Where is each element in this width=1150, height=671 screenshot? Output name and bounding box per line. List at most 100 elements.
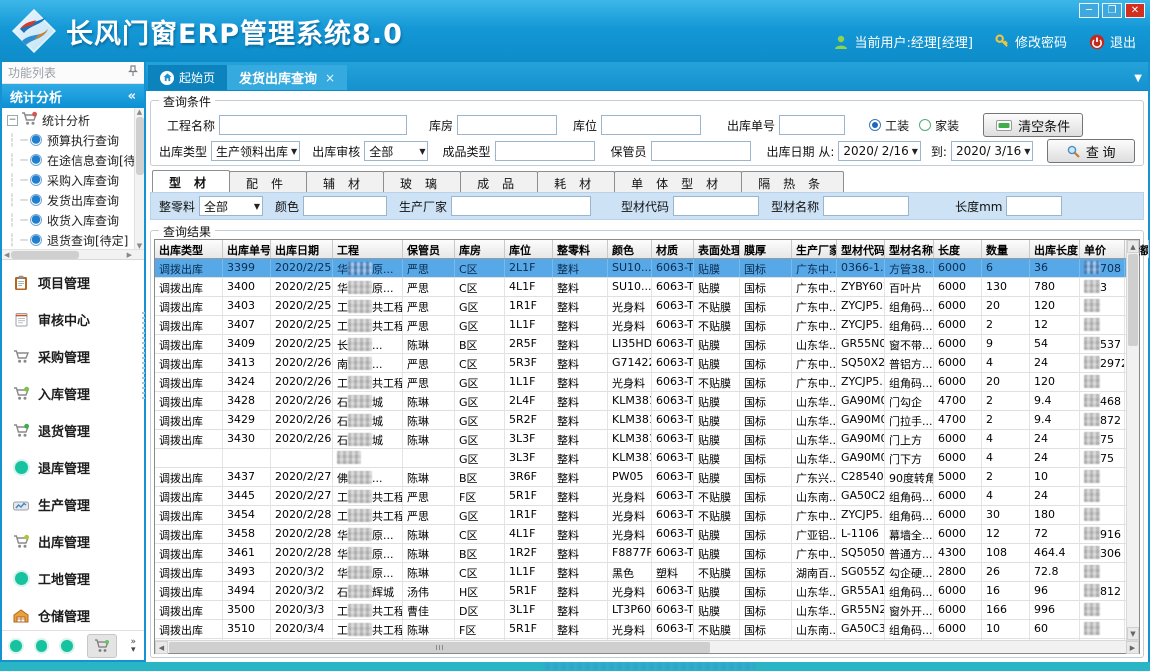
warehouse-input[interactable] (457, 115, 557, 135)
column-header-颜色[interactable]: 颜色 (608, 240, 652, 258)
radio-home[interactable]: 家装 (919, 117, 959, 134)
table-row[interactable]: 调拨出库34542020/2/28工共工程严思G区1R1F整料光身料6063-T… (155, 506, 1126, 525)
minimize-button[interactable]: ─ (1079, 3, 1099, 18)
tab-overflow-icon[interactable]: ▼ (1134, 73, 1142, 84)
logout-button[interactable]: 退出 (1089, 32, 1136, 51)
product-type-input[interactable] (495, 141, 595, 161)
column-header-型材名称[interactable]: 型材名称 (885, 240, 934, 258)
column-header-材质[interactable]: 材质 (652, 240, 694, 258)
column-header-整零料[interactable]: 整零料 (553, 240, 608, 258)
column-header-生产厂家[interactable]: 生产厂家 (792, 240, 837, 258)
grid-vertical-scrollbar[interactable]: ▲▼ (1126, 240, 1139, 640)
profile-name-input[interactable] (823, 196, 909, 216)
table-row[interactable]: 调拨出库34942020/3/2石辉城汤伟H区5R1F整料光身料6063-T5贴… (155, 582, 1126, 601)
column-header-型材代码[interactable]: 型材代码 (837, 240, 885, 258)
material-tab-单体型材[interactable]: 单体型材 (614, 171, 742, 192)
length-input[interactable] (1006, 196, 1062, 216)
material-tab-玻璃[interactable]: 玻璃 (383, 171, 461, 192)
change-password-button[interactable]: 修改密码 (995, 32, 1067, 51)
dock-dot-icon[interactable] (36, 640, 48, 652)
table-row[interactable]: 调拨出库34242020/2/26工共工程严思G区1L1F整料光身料6063-T… (155, 373, 1126, 392)
table-row[interactable]: 调拨出库34292020/2/26石城陈琳G区5R2F整料KLM38176063… (155, 411, 1126, 430)
table-row[interactable]: 调拨出库34302020/2/26石城陈琳G区3L3F整料KLM38176063… (155, 430, 1126, 449)
dock-dot-icon[interactable] (61, 640, 73, 652)
column-header-库位[interactable]: 库位 (505, 240, 553, 258)
sidebar-splitter[interactable] (142, 312, 145, 402)
whole-select[interactable]: 全部▼ (199, 196, 263, 216)
sidebar-section-header[interactable]: 统计分析 « (2, 84, 144, 108)
sidebar-item-采购管理[interactable]: 采购管理 (2, 338, 144, 375)
table-row[interactable]: 调拨出库34032020/2/25工共工程严思G区1R1F整料光身料6063-T… (155, 297, 1126, 316)
close-button[interactable]: ✕ (1125, 3, 1145, 18)
sidebar-item-仓储管理[interactable]: 仓储管理 (2, 597, 144, 630)
material-tab-耗材[interactable]: 耗材 (537, 171, 615, 192)
column-header-表面处理[interactable]: 表面处理 (694, 240, 740, 258)
sidebar-item-生产管理[interactable]: 生产管理 (2, 486, 144, 523)
column-header-出库单号[interactable]: 出库单号 (223, 240, 271, 258)
material-tab-隔热条[interactable]: 隔热条 (741, 171, 844, 192)
out-type-select[interactable]: 生产领料出库▼ (211, 141, 300, 161)
dock-dot-icon[interactable] (10, 640, 22, 652)
column-header-出库日期[interactable]: 出库日期 (271, 240, 333, 258)
column-header-工程[interactable]: 工程 (333, 240, 403, 258)
table-row[interactable]: 调拨出库34452020/2/27工共工程严思F区5R1F整料光身料6063-T… (155, 487, 1126, 506)
sidebar-item-退库管理[interactable]: 退库管理 (2, 449, 144, 486)
column-header-单价[interactable]: 单价 (1080, 240, 1125, 258)
audit-select[interactable]: 全部▼ (364, 141, 428, 161)
tree-item[interactable]: ┆─ 退货查询[待定] (6, 230, 144, 250)
tree-horizontal-scrollbar[interactable]: ◀▶ (2, 249, 144, 259)
tab-home[interactable]: 起始页 (148, 65, 227, 90)
maximize-button[interactable]: ❐ (1102, 3, 1122, 18)
project-name-input[interactable] (219, 115, 407, 135)
column-header-膜厚[interactable]: 膜厚 (740, 240, 792, 258)
table-row[interactable]: G区3L3F整料KLM38176063-T5贴膜国标山东华...GA90M09.… (155, 449, 1126, 468)
table-row[interactable]: 调拨出库35102020/3/4工共工程陈琳F区5R1F整料光身料6063-T5… (155, 620, 1126, 639)
table-row[interactable]: 调拨出库33992020/2/25华原...严思C区2L1F整料SU10...6… (155, 259, 1126, 278)
sidebar-item-项目管理[interactable]: 项目管理 (2, 264, 144, 301)
date-to-select[interactable]: 2020/ 3/16▼ (951, 141, 1034, 161)
tree-item[interactable]: ┆─ 采购入库查询 (6, 170, 144, 190)
expander-icon[interactable]: − (7, 115, 18, 126)
clear-conditions-button[interactable]: 清空条件 (983, 113, 1083, 137)
material-tab-辅材[interactable]: 辅材 (306, 171, 384, 192)
material-tab-成品[interactable]: 成品 (460, 171, 538, 192)
table-row[interactable]: 调拨出库34002020/2/25华原...严思C区4L1F整料SU10...6… (155, 278, 1126, 297)
column-header-出库类型[interactable]: 出库类型 (155, 240, 223, 258)
sidebar-item-审核中心[interactable]: 审核中心 (2, 301, 144, 338)
dock-overflow-button[interactable]: »▾ (131, 638, 137, 654)
location-input[interactable] (601, 115, 701, 135)
table-row[interactable]: 调拨出库34612020/2/28华原...陈琳B区1R2F整料F8877FT6… (155, 544, 1126, 563)
table-row[interactable]: 调拨出库34582020/2/28华原...陈琳C区4L1F整料光身料6063-… (155, 525, 1126, 544)
date-from-select[interactable]: 2020/ 2/16▼ (838, 141, 921, 161)
search-button[interactable]: 查 询 (1047, 139, 1135, 163)
table-row[interactable]: 调拨出库34132020/2/26南...严思C区5R3F整料G71422606… (155, 354, 1126, 373)
tree-item[interactable]: ┆─ 收货入库查询 (6, 210, 144, 230)
material-tab-型材[interactable]: 型材 (152, 170, 230, 192)
dock-cart-button[interactable] (87, 634, 116, 658)
profile-code-input[interactable] (673, 196, 759, 216)
sidebar-item-出库管理[interactable]: 出库管理 (2, 523, 144, 560)
tree-item[interactable]: ┆─ 发货出库查询 (6, 190, 144, 210)
tree-item[interactable]: ┆─ 在途信息查询[待 (6, 150, 144, 170)
order-no-input[interactable] (779, 115, 845, 135)
table-row[interactable]: 调拨出库34092020/2/25长...陈琳B区2R5F整料LI35HD606… (155, 335, 1126, 354)
column-header-数量[interactable]: 数量 (982, 240, 1030, 258)
keeper-input[interactable] (651, 141, 751, 161)
color-input[interactable] (303, 196, 387, 216)
column-header-长度[interactable]: 长度 (934, 240, 982, 258)
collapse-icon[interactable]: « (128, 89, 136, 104)
tab-close-icon[interactable]: × (325, 71, 335, 85)
sidebar-item-入库管理[interactable]: 入库管理 (2, 375, 144, 412)
radio-industrial[interactable]: 工装 (869, 117, 909, 134)
tree-root[interactable]: − 统计分析 (6, 110, 144, 130)
table-row[interactable]: 调拨出库34072020/2/25工共工程严思G区1L1F整料光身料6063-T… (155, 316, 1126, 335)
table-row[interactable]: 调拨出库34282020/2/26石城陈琳G区2L4F整料KLM38176063… (155, 392, 1126, 411)
tree-vertical-scrollbar[interactable]: ▲▼ (134, 108, 144, 250)
tab-shipping-out-query[interactable]: 发货出库查询 × (227, 65, 347, 90)
column-header-保管员[interactable]: 保管员 (403, 240, 455, 258)
grid-horizontal-scrollbar[interactable]: ◀▶ (155, 640, 1139, 653)
sidebar-item-退货管理[interactable]: 退货管理 (2, 412, 144, 449)
material-tab-配件[interactable]: 配件 (229, 171, 307, 192)
table-row[interactable]: 调拨出库35002020/3/3工共工程曹佳D区3L1F整料LT3P606063… (155, 601, 1126, 620)
tree-item[interactable]: ┆─ 预算执行查询 (6, 130, 144, 150)
